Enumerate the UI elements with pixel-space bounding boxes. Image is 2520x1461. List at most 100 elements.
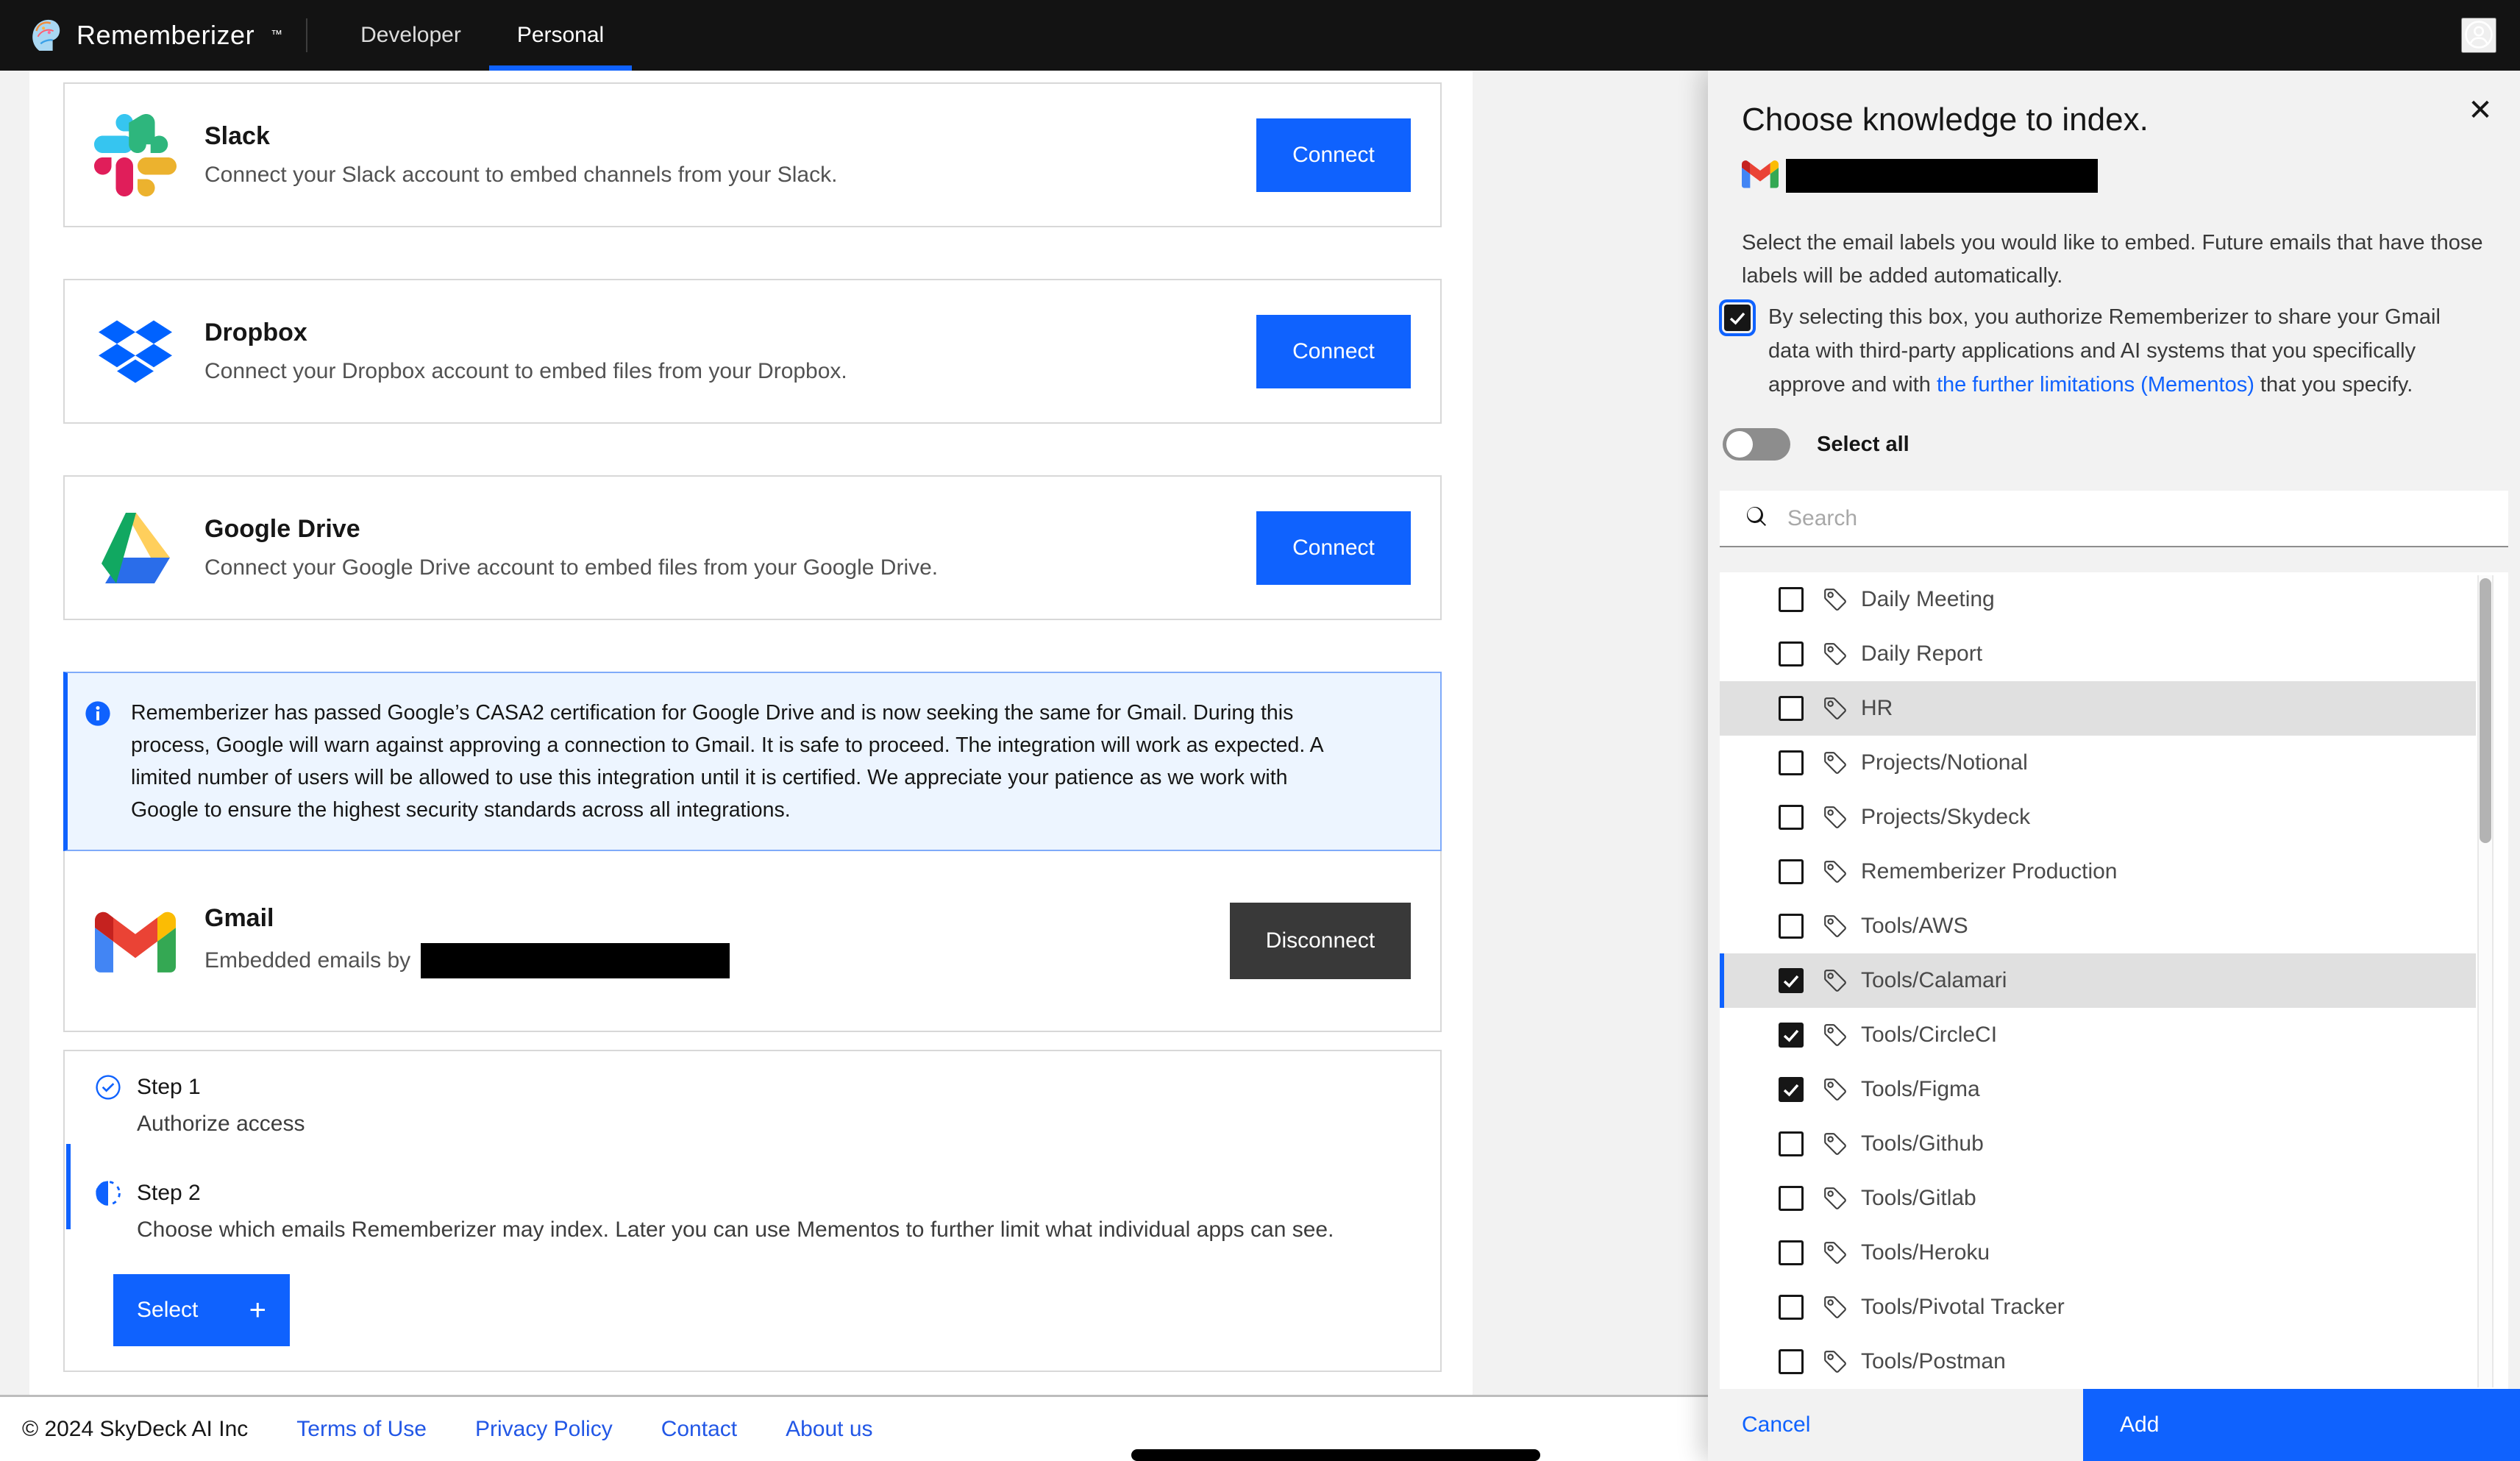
step2-title: Step 2: [137, 1181, 201, 1206]
tag-icon: [1823, 750, 1848, 775]
label-text: Tools/Postman: [1861, 1349, 2006, 1374]
integration-card-dropbox: Dropbox Connect your Dropbox account to …: [63, 279, 1442, 424]
label-checkbox[interactable]: [1779, 696, 1804, 721]
integration-card-gmail: Gmail Embedded emails by Disconnect: [63, 851, 1442, 1032]
label-row-hr[interactable]: HR: [1720, 681, 2476, 736]
header-divider: [306, 18, 307, 52]
label-checkbox[interactable]: [1779, 1131, 1804, 1156]
label-checkbox[interactable]: [1779, 1077, 1804, 1102]
label-checkbox[interactable]: [1779, 1240, 1804, 1265]
step1-title: Step 1: [137, 1075, 201, 1100]
footer-link-privacy-policy[interactable]: Privacy Policy: [475, 1417, 613, 1442]
footer-link-terms-of-use[interactable]: Terms of Use: [296, 1417, 427, 1442]
tag-icon: [1823, 1077, 1848, 1102]
label-checkbox[interactable]: [1779, 1295, 1804, 1320]
label-row-projects-notional[interactable]: Projects/Notional: [1720, 736, 2476, 790]
label-checkbox[interactable]: [1779, 750, 1804, 775]
label-row-projects-skydeck[interactable]: Projects/Skydeck: [1720, 790, 2476, 845]
label-text: Tools/Figma: [1861, 1077, 1980, 1102]
profile-menu-button[interactable]: [2461, 18, 2496, 53]
label-checkbox[interactable]: [1779, 914, 1804, 939]
label-text: Daily Report: [1861, 641, 1982, 666]
label-text: Tools/Gitlab: [1861, 1186, 1976, 1211]
search-input[interactable]: [1787, 506, 2420, 531]
tag-icon: [1823, 1186, 1848, 1211]
redacted-email-address: [421, 943, 730, 978]
mementos-limitations-link[interactable]: the further limitations (Mementos): [1937, 373, 2254, 397]
label-row-rememberizer-production[interactable]: Rememberizer Production: [1720, 845, 2476, 899]
cancel-button[interactable]: Cancel: [1708, 1389, 2083, 1461]
label-checkbox[interactable]: [1779, 1186, 1804, 1211]
consent-checkbox[interactable]: [1724, 305, 1751, 331]
gmail-steps-card: Step 1 Authorize access Step 2 Choose wh…: [63, 1050, 1442, 1372]
brand-logo-area[interactable]: Rememberizer™: [29, 15, 282, 56]
integration-description: Connect your Dropbox account to embed fi…: [204, 359, 847, 384]
label-text: Tools/Github: [1861, 1131, 1984, 1156]
label-checkbox[interactable]: [1779, 805, 1804, 830]
label-row-tools-github[interactable]: Tools/Github: [1720, 1117, 2476, 1171]
redacted-account-name: [1786, 159, 2098, 193]
footer-link-contact[interactable]: Contact: [661, 1417, 737, 1442]
label-row-tools-postman[interactable]: Tools/Postman: [1720, 1334, 2476, 1389]
connect-button-gdrive[interactable]: Connect: [1256, 511, 1411, 585]
integration-card-gdrive: Google Drive Connect your Google Drive a…: [63, 475, 1442, 620]
label-checkbox[interactable]: [1779, 968, 1804, 993]
integration-title: Dropbox: [204, 319, 847, 347]
tag-icon: [1823, 914, 1848, 939]
integration-description: Connect your Google Drive account to emb…: [204, 555, 938, 580]
consent-text: By selecting this box, you authorize Rem…: [1768, 300, 2463, 402]
connect-button-slack[interactable]: Connect: [1256, 118, 1411, 192]
tag-icon: [1823, 1349, 1848, 1374]
select-button-label: Select: [137, 1298, 198, 1323]
select-all-row: Select all: [1723, 428, 1909, 461]
email-label-list: Daily Meeting Daily Report HR Projects/N…: [1720, 572, 2508, 1390]
label-row-daily-report[interactable]: Daily Report: [1720, 627, 2476, 681]
copyright-text: © 2024 SkyDeck AI Inc: [22, 1417, 248, 1442]
disconnect-button[interactable]: Disconnect: [1230, 903, 1411, 979]
footer-link-about-us[interactable]: About us: [786, 1417, 872, 1442]
tag-icon: [1823, 641, 1848, 666]
active-step-indicator: [66, 1144, 71, 1229]
gmail-icon: [94, 900, 177, 982]
label-text: Projects/Skydeck: [1861, 805, 2030, 830]
label-text: Tools/Pivotal Tracker: [1861, 1295, 2065, 1320]
label-checkbox[interactable]: [1779, 859, 1804, 884]
label-checkbox[interactable]: [1779, 1349, 1804, 1374]
tag-icon: [1823, 1023, 1848, 1048]
select-labels-button[interactable]: Select +: [113, 1274, 290, 1346]
label-text: Tools/Heroku: [1861, 1240, 1990, 1265]
label-row-tools-figma[interactable]: Tools/Figma: [1720, 1062, 2476, 1117]
brand-name: Rememberizer: [76, 20, 255, 51]
tab-developer[interactable]: Developer: [332, 0, 489, 71]
label-checkbox[interactable]: [1779, 587, 1804, 612]
gdrive-icon: [94, 507, 177, 589]
app-screen: Rememberizer™ DeveloperPersonal Slack Co…: [0, 0, 2520, 1461]
close-icon[interactable]: ✕: [2460, 90, 2501, 131]
list-scrollbar-thumb[interactable]: [2480, 578, 2491, 843]
add-button[interactable]: Add: [2083, 1389, 2520, 1461]
tag-icon: [1823, 859, 1848, 884]
step-in-progress-icon: [94, 1179, 122, 1207]
tag-icon: [1823, 1295, 1848, 1320]
label-checkbox[interactable]: [1779, 1023, 1804, 1048]
label-checkbox[interactable]: [1779, 641, 1804, 666]
search-icon: [1745, 505, 1768, 532]
label-row-tools-pivotal-tracker[interactable]: Tools/Pivotal Tracker: [1720, 1280, 2476, 1334]
tab-personal[interactable]: Personal: [489, 0, 632, 71]
label-row-daily-meeting[interactable]: Daily Meeting: [1720, 572, 2476, 627]
label-row-tools-aws[interactable]: Tools/AWS: [1720, 899, 2476, 953]
notice-text: Rememberizer has passed Google’s CASA2 c…: [131, 697, 1337, 826]
select-all-toggle[interactable]: [1723, 428, 1790, 461]
label-row-tools-circleci[interactable]: Tools/CircleCI: [1720, 1008, 2476, 1062]
label-search-box: [1720, 491, 2508, 547]
label-text: Tools/Calamari: [1861, 968, 2007, 993]
select-all-label: Select all: [1817, 433, 1909, 457]
step1-description: Authorize access: [137, 1112, 1411, 1137]
connect-button-dropbox[interactable]: Connect: [1256, 315, 1411, 388]
top-navigation-bar: Rememberizer™ DeveloperPersonal: [0, 0, 2520, 71]
label-text: HR: [1861, 696, 1893, 721]
label-row-tools-gitlab[interactable]: Tools/Gitlab: [1720, 1171, 2476, 1226]
label-row-tools-calamari[interactable]: Tools/Calamari: [1720, 953, 2476, 1008]
label-row-tools-heroku[interactable]: Tools/Heroku: [1720, 1226, 2476, 1280]
integration-list: Slack Connect your Slack account to embe…: [29, 82, 1473, 620]
